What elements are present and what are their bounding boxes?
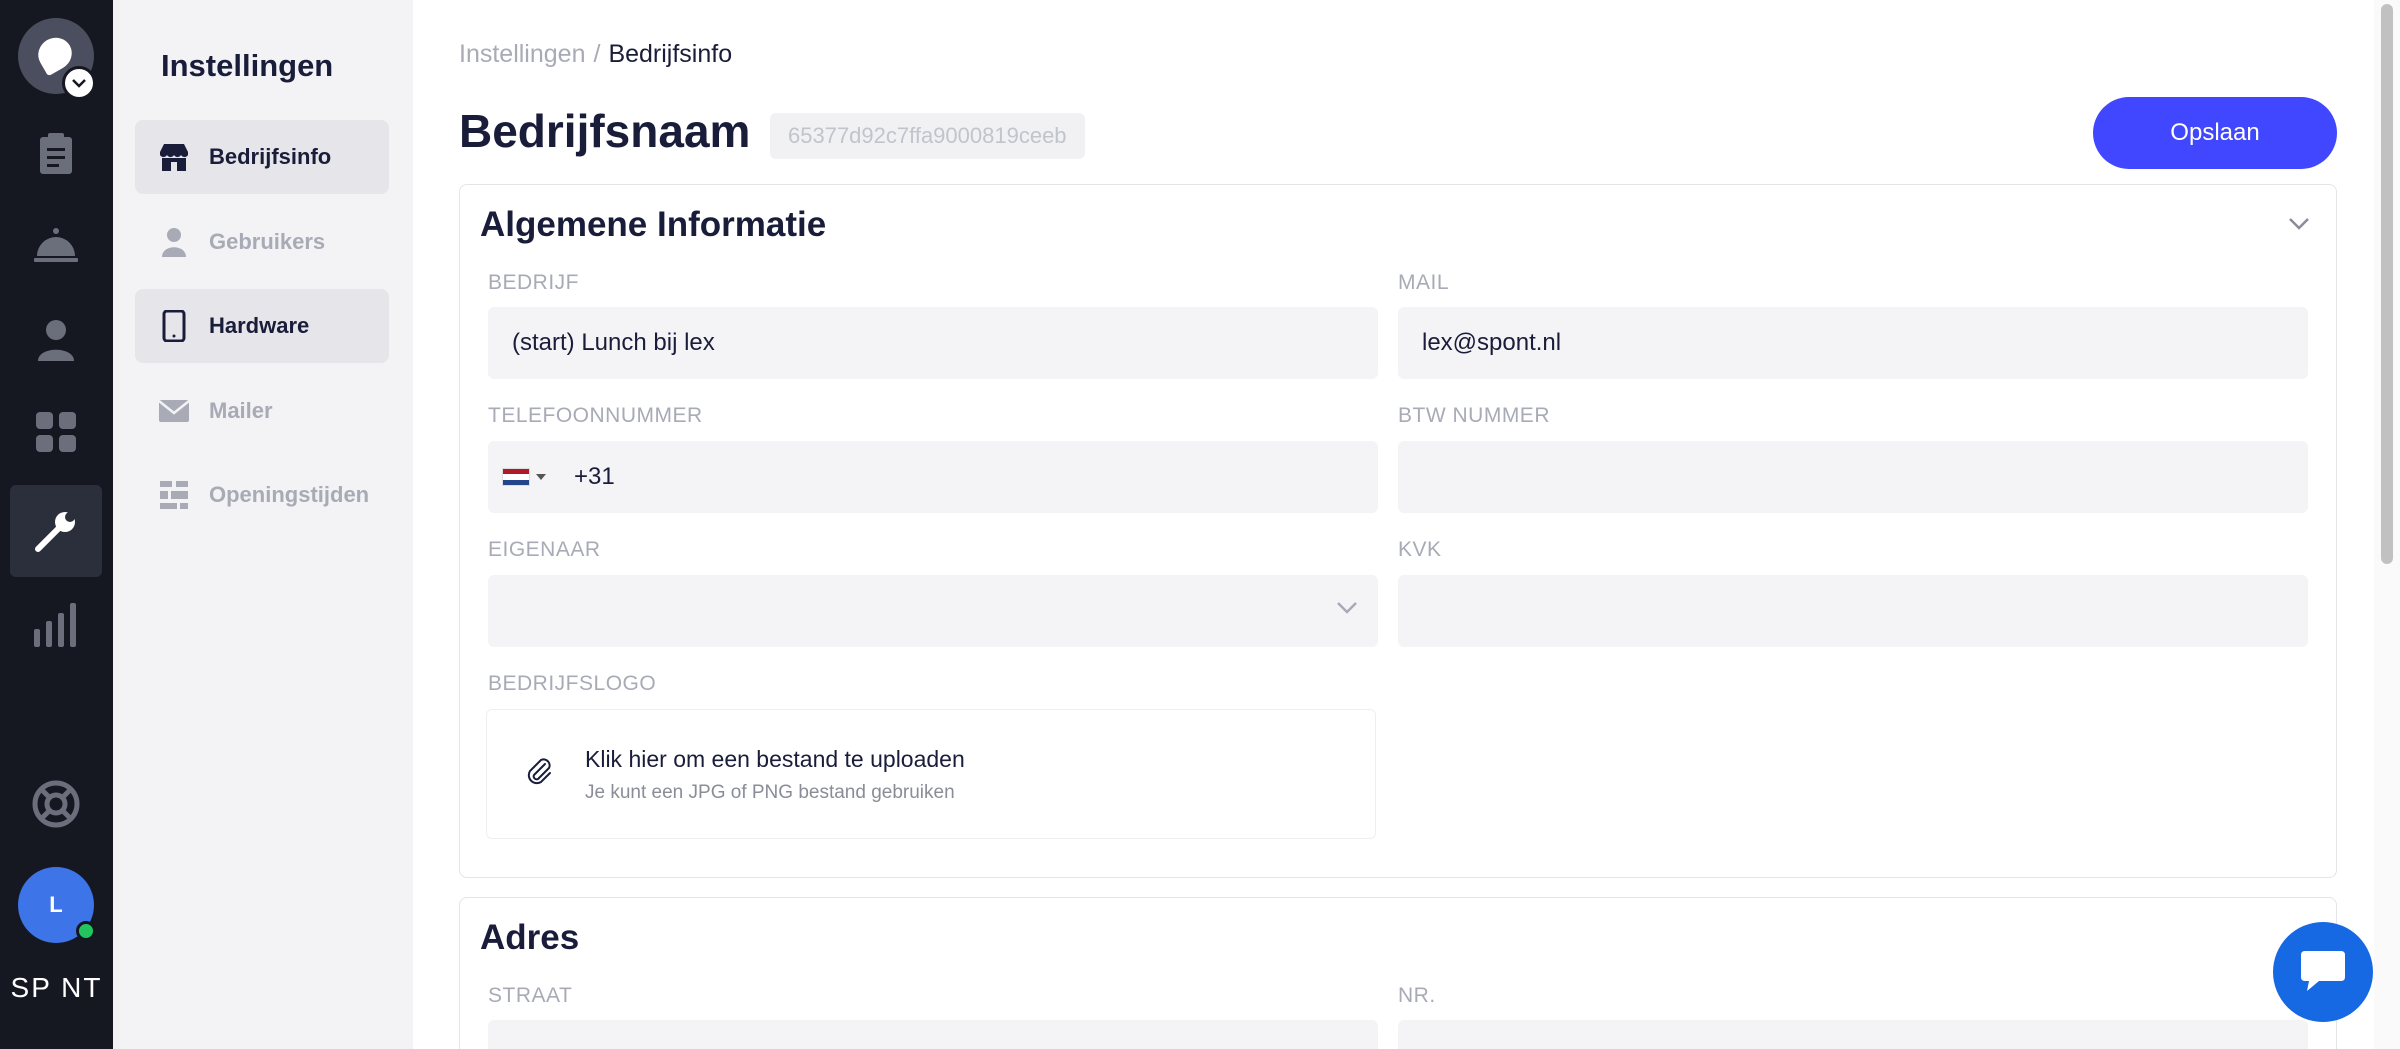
sidebar-item-label: Hardware [209, 313, 310, 338]
company-id-badge: 65377d92c7ffa9000819ceeb [770, 113, 1085, 159]
sidebar-item-hardware[interactable]: Hardware [135, 289, 389, 363]
sidebar-item-bedrijfsinfo[interactable]: Bedrijfsinfo [135, 120, 389, 194]
settings-sidebar: Instellingen Bedrijfsinfo Gebruikers Har… [113, 0, 413, 1049]
store-icon [157, 140, 191, 174]
rail-orders[interactable] [10, 108, 102, 200]
company-label: BEDRIJF [488, 271, 580, 294]
chat-button[interactable] [2273, 922, 2373, 1022]
mail-label: MAIL [1398, 271, 1450, 294]
sidebar-item-openingstijden[interactable]: Openingstijden [135, 458, 389, 532]
street-label: STRAAT [488, 984, 573, 1007]
paperclip-icon [527, 758, 551, 785]
calendar-grid-icon [157, 478, 191, 512]
workspace-switcher[interactable] [18, 18, 96, 100]
owner-label: EIGENAAR [488, 538, 601, 561]
user-icon [157, 225, 191, 259]
caret-down-icon [536, 474, 546, 480]
general-info-card: Algemene Informatie BEDRIJF (start) Lunc… [459, 184, 2337, 878]
kvk-field[interactable] [1398, 575, 2308, 647]
main-content: Instellingen / Bedrijfsinfo Bedrijfsnaam 6… [413, 0, 2374, 1049]
sidebar-item-label: Openingstijden [209, 482, 370, 507]
brand-logo: SP NT [10, 972, 103, 1003]
card-title: Algemene Informatie [480, 205, 827, 244]
bar-chart-icon [34, 603, 76, 647]
save-button[interactable]: Opslaan [2093, 97, 2337, 169]
mail-icon [157, 394, 191, 428]
rail-reports[interactable] [10, 578, 102, 670]
avatar-initial: L [49, 892, 63, 917]
sidebar-title: Instellingen [161, 48, 334, 83]
rail-apps[interactable] [10, 386, 102, 478]
company-field[interactable]: (start) Lunch bij lex [488, 307, 1378, 379]
scrollbar-thumb[interactable] [2381, 4, 2393, 564]
logo-upload[interactable]: Klik hier om een bestand te uploaden Je … [486, 709, 1376, 839]
kvk-label: KVK [1398, 538, 1442, 561]
number-field[interactable] [1398, 1020, 2308, 1049]
number-label: NR. [1398, 984, 1436, 1007]
rail-service[interactable] [10, 199, 102, 291]
netherlands-flag-icon [502, 468, 530, 486]
rail-settings[interactable] [10, 485, 102, 577]
chevron-down-icon[interactable] [2288, 217, 2310, 236]
user-icon [38, 320, 74, 361]
clipboard-icon [40, 133, 72, 174]
avatar[interactable]: L [18, 867, 96, 943]
online-status-dot [76, 921, 96, 941]
rail-users[interactable] [10, 294, 102, 386]
address-card: Adres STRAAT NR. [459, 897, 2337, 1049]
sidebar-item-label: Bedrijfsinfo [209, 144, 332, 169]
upload-hint: Je kunt een JPG of PNG bestand gebruiken [585, 782, 955, 803]
sidebar-item-mailer[interactable]: Mailer [135, 374, 389, 448]
chat-bubble-icon [2301, 951, 2345, 991]
breadcrumb: Instellingen / Bedrijfsinfo [459, 40, 732, 69]
vat-field[interactable] [1398, 441, 2308, 513]
breadcrumb-current: Bedrijfsinfo [608, 40, 733, 68]
upload-title: Klik hier om een bestand te uploaden [585, 746, 965, 772]
app-rail: L SP NT [0, 0, 113, 1049]
grid-icon [36, 412, 76, 452]
sidebar-item-gebruikers[interactable]: Gebruikers [135, 205, 389, 279]
chevron-down-icon [62, 66, 96, 100]
owner-select[interactable] [488, 575, 1378, 647]
breadcrumb-parent[interactable]: Instellingen [459, 40, 585, 68]
logo-label: BEDRIJFSLOGO [488, 672, 657, 695]
service-bell-icon [34, 228, 78, 262]
page-title: Bedrijfsnaam [459, 105, 751, 157]
card-title: Adres [480, 918, 580, 957]
country-code-select[interactable] [488, 441, 560, 513]
tablet-icon [157, 309, 191, 343]
rail-help[interactable] [10, 758, 102, 850]
sidebar-item-label: Mailer [209, 398, 273, 423]
breadcrumb-separator: / [593, 40, 601, 68]
phone-label: TELEFOONNUMMER [488, 404, 703, 427]
vat-label: BTW NUMMER [1398, 404, 1550, 427]
sidebar-item-label: Gebruikers [209, 229, 326, 254]
lifebuoy-icon [32, 780, 80, 828]
street-field[interactable] [488, 1020, 1378, 1049]
page-scrollbar[interactable] [2374, 0, 2400, 1049]
chevron-down-icon [1337, 602, 1357, 614]
wrench-icon [35, 512, 75, 552]
phone-field[interactable]: +31 [488, 441, 1378, 513]
phone-dial-code: +31 [574, 463, 615, 490]
mail-field[interactable]: lex@spont.nl [1398, 307, 2308, 379]
